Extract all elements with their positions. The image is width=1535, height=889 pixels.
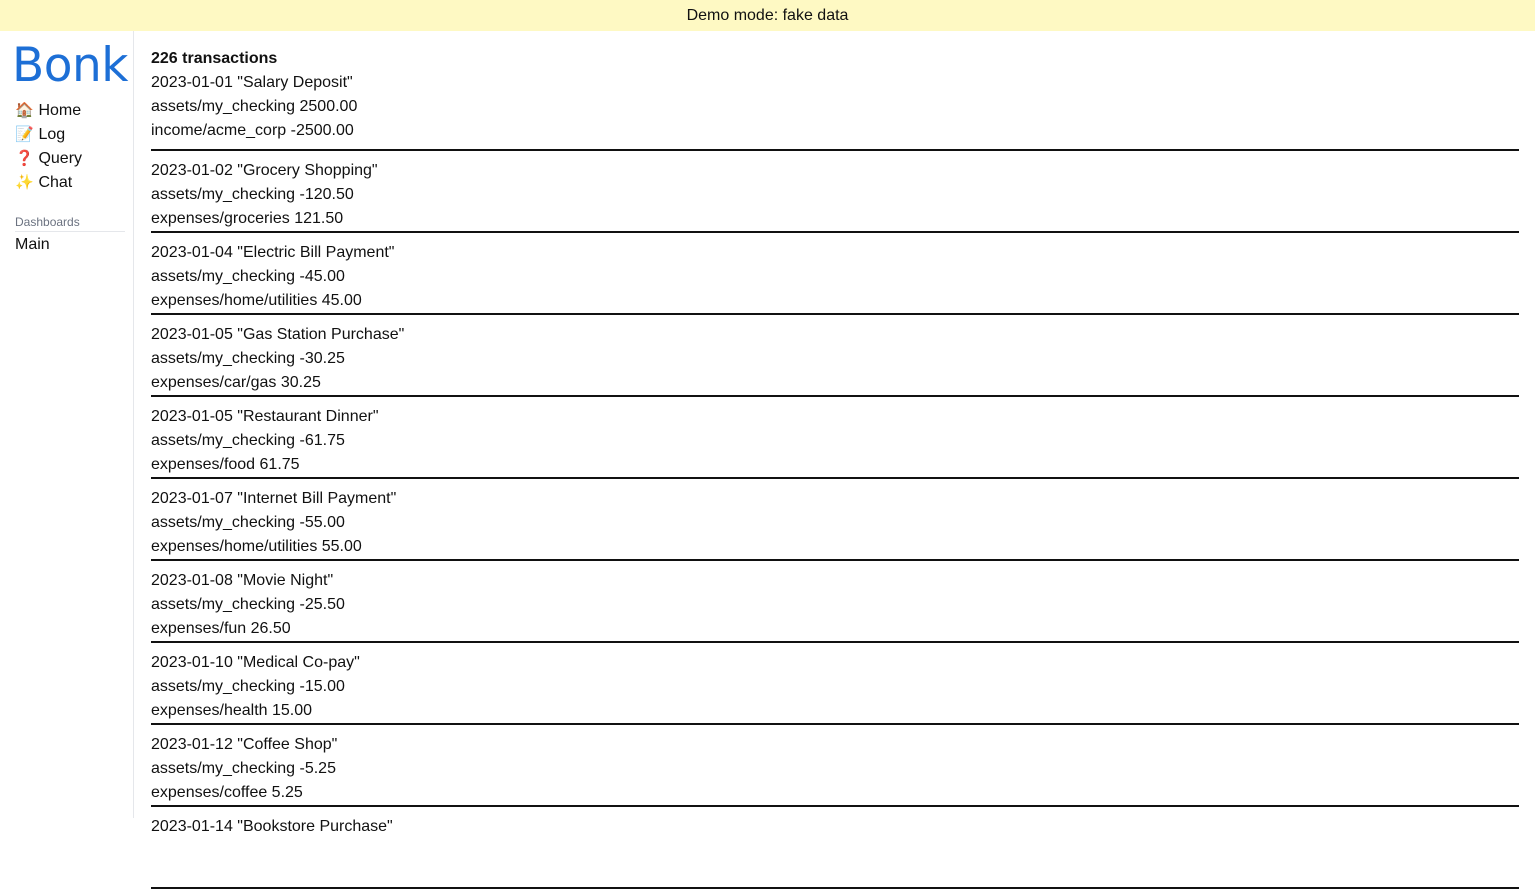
transaction-count: 226 transactions [151,50,278,67]
transaction-entry: 2023-01-12 "Coffee Shop" assets/my_checki… [151,725,1519,807]
transaction-header: 2023-01-14 "Bookstore Purchase" [151,818,393,835]
posting-line: expenses/car/gas 30.25 [151,374,321,391]
house-icon: 🏠 [15,102,34,119]
demo-mode-banner: Demo mode: fake data [0,0,1535,31]
sidebar-nav: 🏠 Home 📝 Log ❓ Query ✨ Chat [15,99,82,195]
transaction-header: 2023-01-01 "Salary Deposit" [151,74,353,91]
posting-line: expenses/health 15.00 [151,702,313,719]
banner-text: Demo mode: fake data [686,6,849,24]
posting-line: assets/my_checking -61.75 [151,432,345,449]
nav-item-label: Chat [38,174,73,191]
transaction-header: 2023-01-12 "Coffee Shop" [151,736,338,753]
transaction-header: 2023-01-07 "Internet Bill Payment" [151,490,397,507]
transaction-entry: 2023-01-14 "Bookstore Purchase" [151,807,1519,889]
transaction-entry: 2023-01-05 "Restaurant Dinner" assets/my_… [151,397,1519,479]
question-mark-icon: ❓ [15,150,34,167]
posting-line: assets/my_checking -5.25 [151,760,336,777]
transaction-list: 2023-01-01 "Salary Deposit" assets/my_che… [151,71,1519,889]
transaction-entry: 2023-01-08 "Movie Night" assets/my_checki… [151,561,1519,643]
posting-line: expenses/home/utilities 45.00 [151,292,362,309]
posting-line: assets/my_checking 2500.00 [151,98,358,115]
posting-line: assets/my_checking -15.00 [151,678,345,695]
posting-line: assets/my_checking -25.50 [151,596,345,613]
transaction-header: 2023-01-10 "Medical Co-pay" [151,654,360,671]
transaction-entry: 2023-01-01 "Salary Deposit" assets/my_che… [151,71,1519,151]
dashboard-link-main[interactable]: Main [15,234,50,256]
transaction-entry: 2023-01-07 "Internet Bill Payment" assets… [151,479,1519,561]
transaction-entry: 2023-01-04 "Electric Bill Payment" assets… [151,233,1519,315]
posting-line: expenses/coffee 5.25 [151,784,303,801]
nav-item-home[interactable]: 🏠 Home [15,99,82,123]
transaction-header: 2023-01-05 "Gas Station Purchase" [151,326,405,343]
transaction-header: 2023-01-05 "Restaurant Dinner" [151,408,379,425]
posting-line: assets/my_checking -45.00 [151,268,345,285]
transaction-header: 2023-01-08 "Movie Night" [151,572,334,589]
transaction-header: 2023-01-04 "Electric Bill Payment" [151,244,395,261]
nav-item-chat[interactable]: ✨ Chat [15,171,82,195]
transaction-entry: 2023-01-05 "Gas Station Purchase" assets/… [151,315,1519,397]
memo-icon: 📝 [15,126,34,143]
nav-item-label: Log [38,126,66,143]
posting-line: income/acme_corp -2500.00 [151,122,354,139]
app-logo[interactable]: Bonk [12,38,129,94]
posting-line: expenses/food 61.75 [151,456,300,473]
posting-line: assets/my_checking -30.25 [151,350,345,367]
posting-line: expenses/groceries 121.50 [151,210,344,227]
transactions-log: 226 transactions 2023-01-01 "Salary Depo… [151,47,1519,889]
transaction-entry: 2023-01-10 "Medical Co-pay" assets/my_che… [151,643,1519,725]
posting-line: assets/my_checking -120.50 [151,186,354,203]
nav-item-label: Home [38,102,82,119]
sparkles-icon: ✨ [15,174,34,191]
nav-item-query[interactable]: ❓ Query [15,147,82,171]
transaction-header: 2023-01-02 "Grocery Shopping" [151,162,378,179]
dashboards-heading: Dashboards [15,215,125,232]
posting-line: expenses/fun 26.50 [151,620,291,637]
transaction-entry: 2023-01-02 "Grocery Shopping" assets/my_c… [151,151,1519,233]
posting-line: expenses/home/utilities 55.00 [151,538,362,555]
nav-item-log[interactable]: 📝 Log [15,123,82,147]
sidebar: Bonk 🏠 Home 📝 Log ❓ Query ✨ Chat Dashboa… [0,31,134,818]
posting-line: assets/my_checking -55.00 [151,514,345,531]
nav-item-label: Query [38,150,83,167]
